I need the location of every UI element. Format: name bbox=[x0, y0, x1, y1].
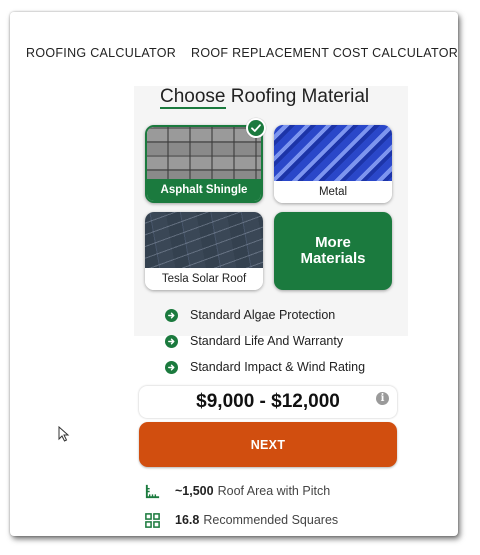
feature-item: Standard Life And Warranty bbox=[165, 332, 343, 350]
material-label-asphalt-shingle: Asphalt Shingle bbox=[147, 179, 261, 201]
feature-item: Standard Impact & Wind Rating bbox=[165, 358, 365, 376]
stat-recommended-squares: 16.8 Recommended Squares bbox=[144, 510, 338, 530]
stat-recommended-squares-value: 16.8 bbox=[175, 513, 200, 527]
arrow-circle-icon bbox=[165, 334, 178, 348]
next-button[interactable]: NEXT bbox=[139, 422, 397, 467]
tesla-solar-roof-image bbox=[145, 212, 263, 268]
stat-roof-area: ~1,500 Roof Area with Pitch bbox=[144, 481, 330, 501]
feature-item: Standard Algae Protection bbox=[165, 306, 335, 324]
ruler-icon bbox=[145, 484, 160, 498]
feature-label: Standard Impact & Wind Rating bbox=[190, 360, 366, 374]
feature-label: Standard Algae Protection bbox=[190, 308, 336, 322]
nav-roofing-calculator[interactable]: ROOFING CALCULATOR bbox=[26, 46, 176, 60]
selected-check-icon bbox=[246, 118, 266, 138]
grid-icon bbox=[145, 512, 160, 528]
nav-roof-replacement-cost-calculator[interactable]: ROOF REPLACEMENT COST CALCULATOR bbox=[191, 46, 458, 60]
stat-recommended-squares-label: Recommended Squares bbox=[203, 513, 339, 527]
app-window: ROOFING CALCULATOR ROOF REPLACEMENT COST… bbox=[10, 12, 458, 536]
more-materials-label: More Materials bbox=[300, 234, 366, 267]
material-label-tesla-solar-roof: Tesla Solar Roof bbox=[145, 268, 263, 290]
price-estimate-box: $9,000 - $12,000 i bbox=[139, 386, 397, 418]
title-choose: Choose bbox=[160, 86, 226, 109]
arrow-circle-icon bbox=[165, 308, 178, 322]
material-card-asphalt-shingle[interactable]: Asphalt Shingle bbox=[145, 125, 263, 203]
more-materials-button[interactable]: More Materials bbox=[274, 212, 392, 290]
material-panel bbox=[134, 86, 408, 336]
arrow-circle-icon bbox=[165, 360, 178, 374]
mouse-cursor-icon bbox=[58, 426, 70, 442]
material-card-metal[interactable]: Metal bbox=[274, 125, 392, 203]
title-roofing-material: Roofing Material bbox=[225, 86, 370, 107]
top-navigation: ROOFING CALCULATOR ROOF REPLACEMENT COST… bbox=[10, 12, 458, 86]
material-card-tesla-solar-roof[interactable]: Tesla Solar Roof bbox=[145, 212, 263, 290]
stat-roof-area-label: Roof Area with Pitch bbox=[217, 484, 331, 498]
metal-roof-image bbox=[274, 125, 392, 181]
material-label-metal: Metal bbox=[274, 181, 392, 203]
stat-roof-area-value: ~1,500 bbox=[175, 484, 214, 498]
price-range: $9,000 - $12,000 bbox=[196, 391, 340, 412]
info-icon[interactable]: i bbox=[376, 392, 389, 405]
asphalt-shingle-image bbox=[147, 127, 261, 183]
feature-label: Standard Life And Warranty bbox=[190, 334, 344, 348]
page-title: Choose Roofing Material bbox=[160, 86, 380, 116]
